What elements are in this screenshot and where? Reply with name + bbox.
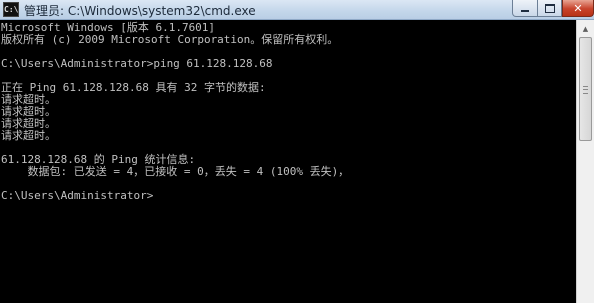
close-icon: ✕ bbox=[573, 1, 583, 15]
minimize-icon bbox=[521, 10, 529, 12]
scroll-up-arrow-icon[interactable]: ▲ bbox=[578, 21, 593, 36]
console-output[interactable]: Microsoft Windows [版本 6.1.7601] 版权所有 (c)… bbox=[0, 20, 576, 303]
cmd-window: C:\ 管理员: C:\Windows\system32\cmd.exe ✕ M… bbox=[0, 0, 594, 303]
console-line: 版权所有 (c) 2009 Microsoft Corporation。保留所有… bbox=[1, 33, 339, 46]
scrollbar-thumb[interactable] bbox=[579, 37, 592, 141]
console-line: 数据包: 已发送 = 4，已接收 = 0，丢失 = 4 (100% 丢失)， bbox=[1, 165, 350, 178]
minimize-button[interactable] bbox=[512, 0, 538, 17]
cmd-icon[interactable]: C:\ bbox=[3, 2, 19, 17]
maximize-icon bbox=[544, 3, 555, 13]
console-prompt-line[interactable]: C:\Users\Administrator> bbox=[1, 190, 576, 202]
console-line: C:\Users\Administrator>ping 61.128.128.6… bbox=[1, 57, 273, 70]
console-line: 正在 Ping 61.128.128.68 具有 32 字节的数据: bbox=[1, 81, 266, 94]
title-bar[interactable]: C:\ 管理员: C:\Windows\system32\cmd.exe ✕ bbox=[0, 0, 594, 20]
vertical-scrollbar[interactable]: ▲ bbox=[576, 20, 594, 303]
window-title: 管理员: C:\Windows\system32\cmd.exe bbox=[24, 4, 256, 18]
console-line: 请求超时。 bbox=[1, 129, 56, 142]
console-line: 请求超时。 bbox=[1, 93, 56, 106]
console-line: 请求超时。 bbox=[1, 105, 56, 118]
close-button[interactable]: ✕ bbox=[562, 0, 594, 17]
scrollbar-grip-icon bbox=[583, 86, 588, 94]
maximize-button[interactable] bbox=[538, 0, 562, 17]
console-line: 请求超时。 bbox=[1, 117, 56, 130]
